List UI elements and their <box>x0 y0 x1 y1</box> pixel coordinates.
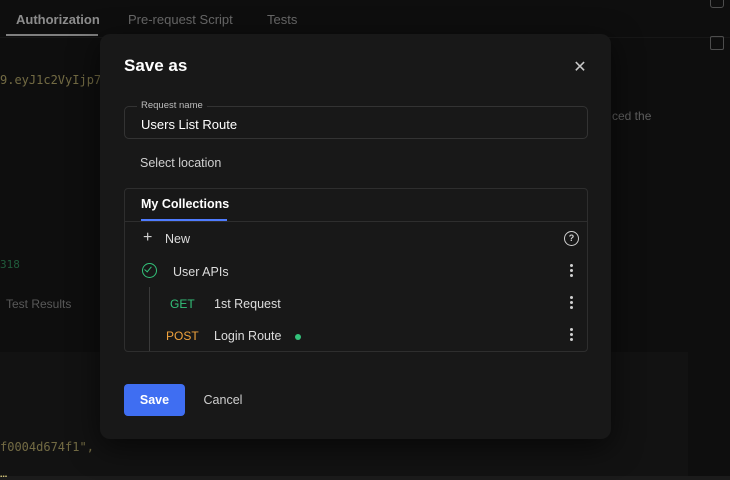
tab-my-collections[interactable]: My Collections <box>141 197 229 211</box>
request-label: 1st Request <box>214 297 281 311</box>
method-badge: GET <box>170 297 195 311</box>
request-name-field: Request name <box>124 100 588 139</box>
collection-label: User APIs <box>173 265 229 279</box>
close-icon[interactable]: ✕ <box>568 56 592 80</box>
cancel-button[interactable]: Cancel <box>196 384 250 416</box>
request-row[interactable]: POST Login Route <box>125 319 587 351</box>
more-options-icon[interactable] <box>569 264 575 278</box>
plus-icon: + <box>143 229 153 246</box>
method-badge: POST <box>166 329 199 343</box>
request-name-input[interactable] <box>141 115 571 133</box>
save-as-dialog: Save as ✕ Request name Select location M… <box>100 34 611 439</box>
help-icon[interactable]: ? <box>564 231 579 246</box>
collections-tree: My Collections + New ? User APIs GET 1st… <box>124 188 588 352</box>
save-button[interactable]: Save <box>124 384 185 416</box>
new-collection-label: New <box>165 232 191 246</box>
request-label: Login Route <box>214 329 282 343</box>
request-row[interactable]: GET 1st Request <box>125 287 587 319</box>
collection-row-user-apis[interactable]: User APIs <box>125 255 587 287</box>
more-options-icon[interactable] <box>569 296 575 310</box>
unsaved-indicator <box>295 334 301 340</box>
request-name-label: Request name <box>137 100 207 111</box>
dialog-title: Save as <box>124 56 188 75</box>
select-location-label: Select location <box>140 156 222 170</box>
more-options-icon[interactable] <box>569 328 575 342</box>
new-collection-row[interactable]: + New ? <box>125 222 587 254</box>
check-circle-icon <box>142 263 157 278</box>
